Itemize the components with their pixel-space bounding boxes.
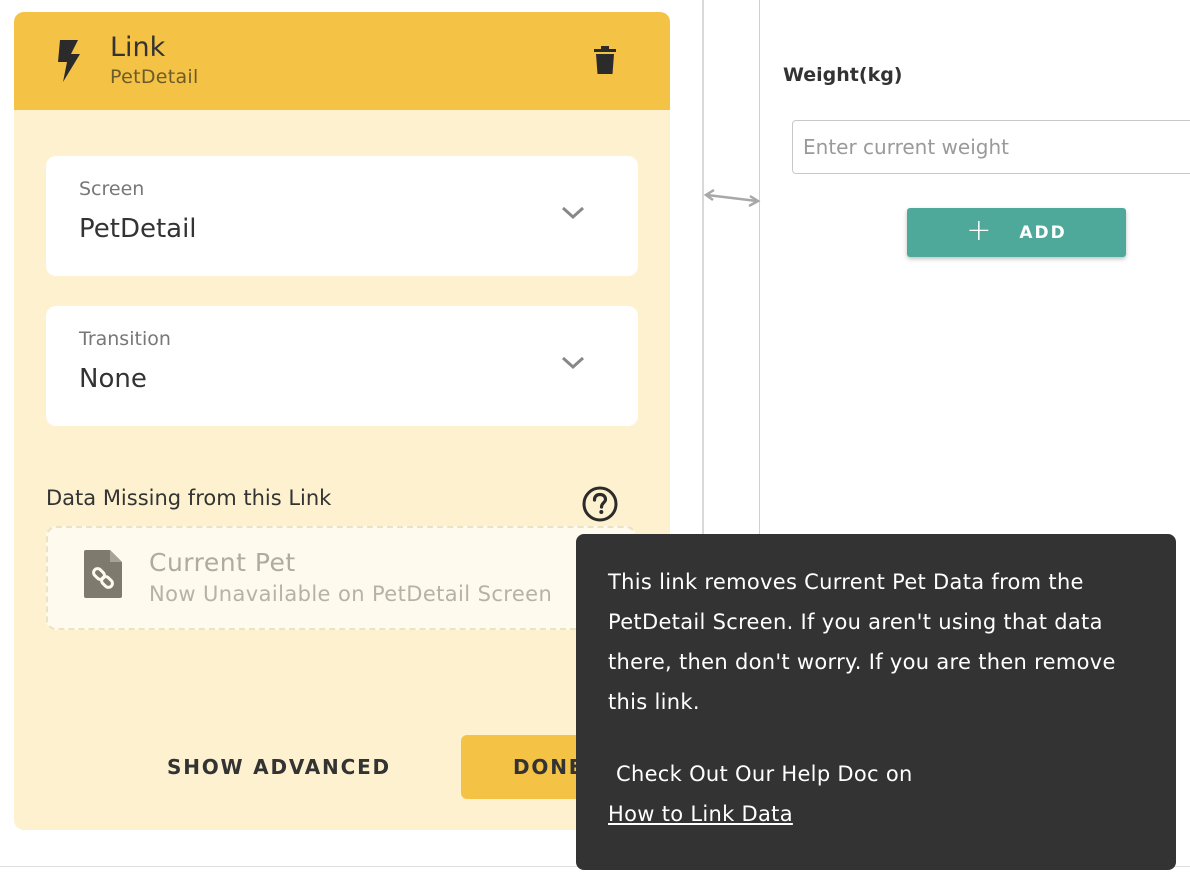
weight-label: Weight(kg) — [783, 64, 903, 86]
help-tooltip: This link removes Current Pet Data from … — [576, 534, 1176, 870]
linked-document-icon — [84, 550, 122, 598]
missing-item-description: Now Unavailable on PetDetail Screen — [149, 582, 553, 606]
help-doc-link[interactable]: How to Link Data — [608, 802, 793, 826]
missing-item-name: Current Pet — [149, 548, 296, 577]
missing-data-item: Current Pet Now Unavailable on PetDetail… — [46, 526, 636, 630]
link-panel-subtitle: PetDetail — [110, 66, 199, 88]
screen-divider — [702, 0, 704, 534]
trash-icon[interactable] — [594, 46, 616, 74]
transition-select-label: Transition — [79, 328, 171, 350]
weight-input[interactable] — [792, 120, 1190, 174]
transition-select[interactable]: Transition None — [46, 306, 638, 426]
done-button-label: DONE — [513, 755, 585, 779]
chevron-down-icon — [561, 356, 585, 370]
screen-select[interactable]: Screen PetDetail — [46, 156, 638, 276]
plus-icon: + — [966, 213, 992, 248]
app-canvas: Weight(kg) + ADD Link PetDetail Screen P… — [0, 0, 1190, 874]
add-button[interactable]: + ADD — [907, 208, 1126, 257]
question-circle-icon[interactable] — [580, 485, 620, 523]
missing-data-title: Data Missing from this Link — [46, 486, 332, 510]
chevron-down-icon — [561, 206, 585, 220]
add-button-label: ADD — [1019, 222, 1067, 243]
transition-select-value: None — [79, 364, 147, 394]
screen-select-label: Screen — [79, 178, 145, 200]
link-panel: Link PetDetail Screen PetDetail Transiti… — [14, 12, 670, 830]
show-advanced-button[interactable]: SHOW ADVANCED — [167, 755, 391, 779]
link-connector-arrow — [703, 189, 761, 207]
link-panel-title: Link — [110, 32, 166, 63]
lightning-bolt-icon — [58, 40, 80, 82]
tooltip-message: This link removes Current Pet Data from … — [608, 570, 1116, 714]
tooltip-cta: Check Out Our Help Doc on — [616, 762, 913, 786]
screen-select-value: PetDetail — [79, 214, 197, 244]
link-panel-header: Link PetDetail — [14, 12, 670, 110]
